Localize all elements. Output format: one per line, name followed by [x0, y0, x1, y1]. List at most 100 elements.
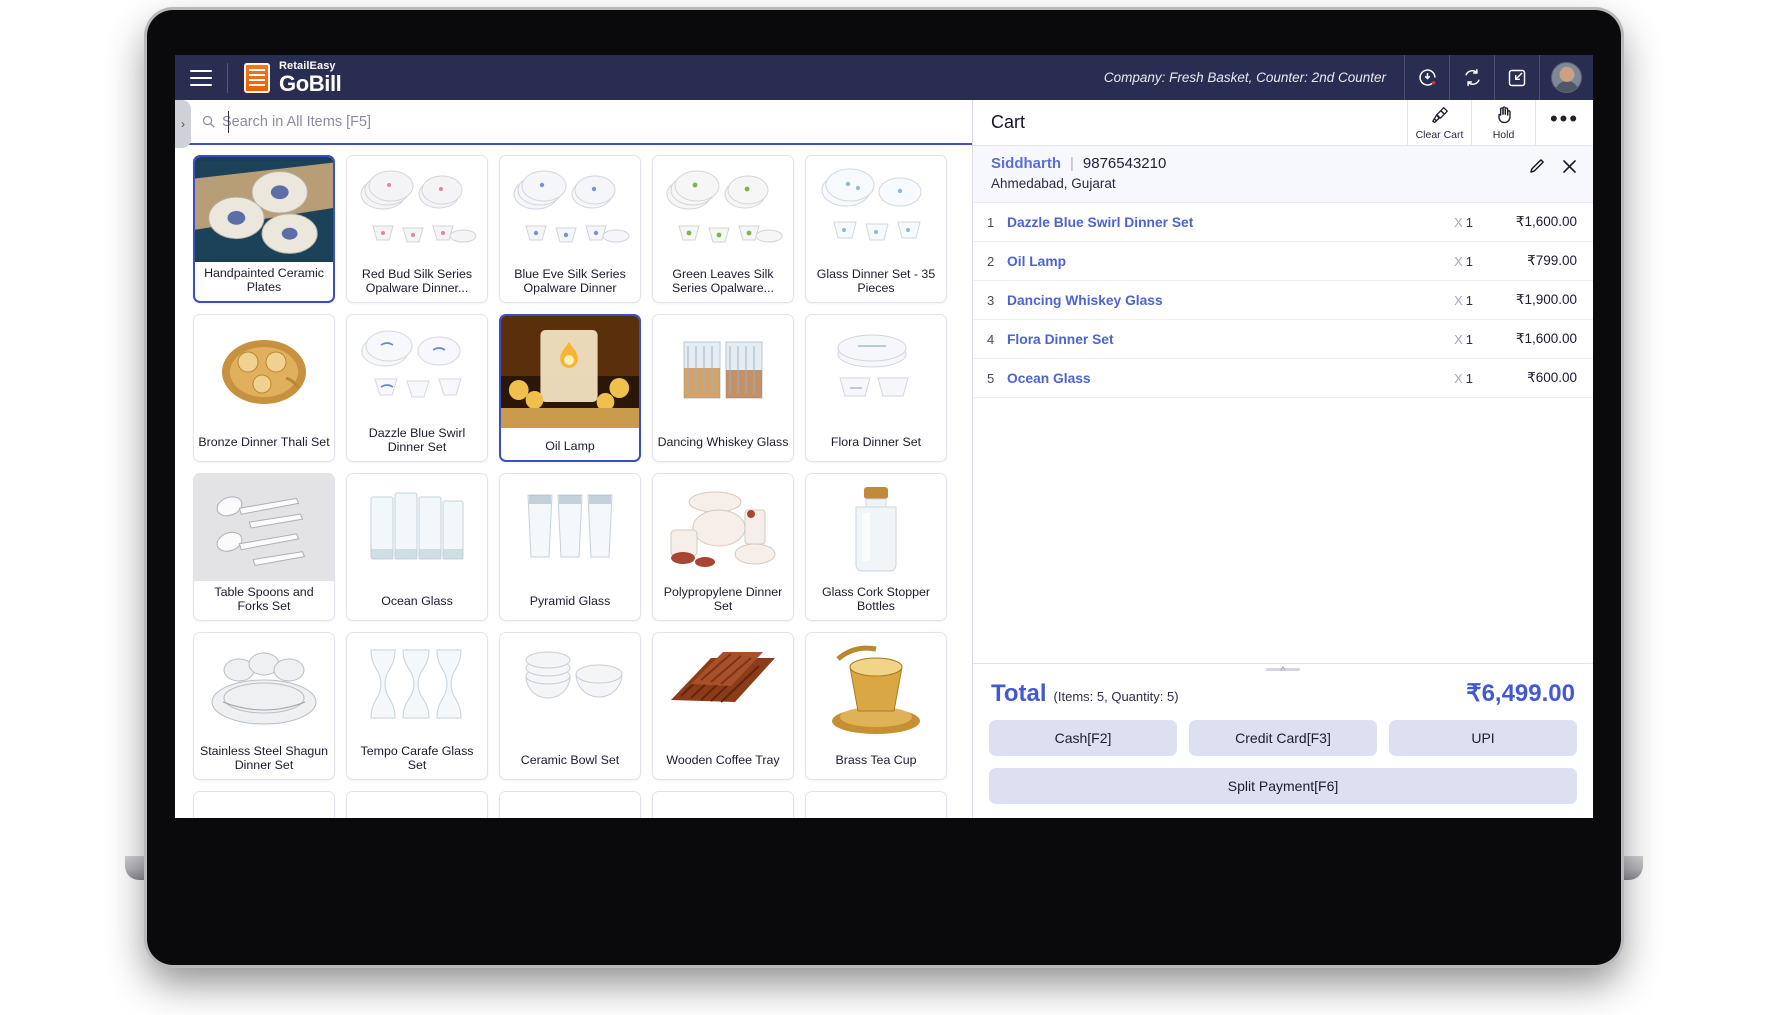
split-payment-button[interactable]: Split Payment[F6]	[989, 768, 1577, 804]
product-card[interactable]: Flora Dinner Set	[805, 314, 947, 462]
cork-bottle-photo	[806, 474, 946, 581]
product-card[interactable]: Polypropylene Dinner Set	[652, 473, 794, 621]
cash-payment-button[interactable]: Cash[F2]	[989, 720, 1177, 756]
product-card[interactable]: Dazzle Blue Swirl Dinner Set	[346, 314, 488, 462]
product-card[interactable]: Stainless Steel Shagun Dinner Set	[193, 632, 335, 780]
customer-actions	[1527, 157, 1579, 176]
wooden-tray-photo	[653, 633, 793, 743]
upi-payment-button[interactable]: UPI	[1389, 720, 1577, 756]
product-card[interactable]: Blue Eve Silk Series Opalware Dinner	[499, 155, 641, 303]
square-container-photo	[347, 792, 487, 818]
product-card[interactable]: Handpainted Ceramic Plates	[193, 155, 335, 303]
product-card[interactable]: Glass Cork Stopper Bottles	[805, 473, 947, 621]
cart-item-row[interactable]: 1 Dazzle Blue Swirl Dinner Set X1 ₹1,600…	[973, 203, 1593, 242]
product-label: Ocean Glass	[381, 593, 453, 608]
qty-value: 1	[1465, 292, 1473, 308]
cart-item-name[interactable]: Ocean Glass	[1007, 371, 1411, 386]
brass-tea-cup-photo	[806, 633, 946, 743]
credit-card-payment-button[interactable]: Credit Card[F3]	[1189, 720, 1377, 756]
total-amount: ₹6,499.00	[1466, 680, 1575, 707]
product-grid[interactable]: Handpainted Ceramic Plates Red Bud Silk …	[175, 145, 972, 818]
product-card[interactable]: Green Leaves Silk Series Opalware...	[652, 155, 794, 303]
cart-item-quantity[interactable]: X1	[1411, 215, 1473, 230]
product-label: Ceramic Bowl Set	[520, 752, 620, 767]
flora-dinner-set-photo	[806, 315, 946, 425]
cart-footer: Total (Items: 5, Quantity: 5) ₹6,499.00 …	[973, 663, 1593, 818]
customer-name[interactable]: Siddharth	[991, 155, 1061, 172]
avatar-image	[1551, 62, 1582, 93]
cart-item-quantity[interactable]: X1	[1411, 332, 1473, 347]
product-label: Dazzle Blue Swirl Dinner Set	[368, 426, 466, 454]
product-card[interactable]: Pyramid Glass	[499, 473, 641, 621]
product-card[interactable]: Tempo Carafe Glass Set	[346, 632, 488, 780]
cart-item-name[interactable]: Oil Lamp	[1007, 254, 1411, 269]
cart-item-name[interactable]: Dancing Whiskey Glass	[1007, 293, 1411, 308]
cart-item-quantity[interactable]: X1	[1411, 293, 1473, 308]
hold-label: Hold	[1492, 128, 1515, 141]
cart-item-price: ₹799.00	[1527, 253, 1577, 268]
product-row	[193, 791, 960, 818]
close-icon[interactable]	[1560, 157, 1579, 176]
clear-cart-button[interactable]: Clear Cart	[1407, 100, 1471, 145]
cart-item-row[interactable]: 4 Flora Dinner Set X1 ₹1,600.00	[973, 320, 1593, 359]
screenshot-stage: RetailEasy GoBill Company: Fresh Basket,…	[0, 0, 1768, 1015]
product-row: Table Spoons and Forks Set Ocean Glass P…	[193, 473, 960, 621]
cart-item-quantity[interactable]: X1	[1411, 254, 1473, 269]
product-label: Glass Dinner Set - 35 Pieces	[816, 267, 936, 295]
edit-pencil-icon[interactable]	[1527, 157, 1546, 176]
sync-refresh-icon[interactable]	[1449, 55, 1494, 100]
qty-value: 1	[1465, 253, 1473, 269]
cart-item-index: 2	[987, 253, 995, 269]
cart-more-options-button[interactable]: •••	[1535, 100, 1593, 145]
search-input[interactable]	[222, 113, 862, 130]
pyramid-glass-photo	[500, 474, 640, 584]
product-card[interactable]: Dancing Whiskey Glass	[652, 314, 794, 462]
cart-item-name[interactable]: Dazzle Blue Swirl Dinner Set	[1007, 215, 1411, 230]
search-icon	[201, 114, 216, 129]
product-card[interactable]: Bronze Dinner Thali Set	[193, 314, 335, 462]
product-card[interactable]	[346, 791, 488, 818]
collapse-screen-icon[interactable]	[1494, 55, 1539, 100]
hold-button[interactable]: Hold	[1471, 100, 1535, 145]
cart-item-row[interactable]: 5 Ocean Glass X1 ₹600.00	[973, 359, 1593, 398]
product-row: Stainless Steel Shagun Dinner Set Tempo …	[193, 632, 960, 780]
expand-summary-handle[interactable]	[989, 664, 1577, 673]
product-card[interactable]: Brass Tea Cup	[805, 632, 947, 780]
product-card[interactable]: Glass Dinner Set - 35 Pieces	[805, 155, 947, 303]
bowl-set-photo	[653, 792, 793, 818]
product-label: Blue Eve Silk Series Opalware Dinner	[514, 267, 626, 295]
spoons-forks-photo	[194, 474, 334, 581]
product-label: Pyramid Glass	[529, 593, 611, 608]
product-card[interactable]: Oil Lamp	[499, 314, 641, 462]
cart-item-name[interactable]: Flora Dinner Set	[1007, 332, 1411, 347]
glass-dinner-set-photo	[806, 156, 946, 263]
qty-value: 1	[1465, 331, 1473, 347]
hand-icon	[1494, 105, 1514, 128]
sidebar-expand-toggle[interactable]: ›	[175, 100, 191, 148]
product-card[interactable]	[499, 791, 641, 818]
product-card[interactable]	[652, 791, 794, 818]
product-card[interactable]: Ceramic Bowl Set	[499, 632, 641, 780]
broom-icon	[1429, 105, 1451, 128]
hamburger-menu-icon[interactable]	[175, 55, 227, 100]
product-card[interactable]: Ocean Glass	[346, 473, 488, 621]
plate-stack-photo	[500, 792, 640, 818]
user-avatar[interactable]	[1539, 55, 1593, 100]
qty-value: 1	[1465, 214, 1473, 230]
clock-download-icon[interactable]	[1404, 55, 1449, 100]
cart-item-row[interactable]: 2 Oil Lamp X1 ₹799.00	[973, 242, 1593, 281]
cart-item-quantity[interactable]: X1	[1411, 371, 1473, 386]
total-label: Total	[991, 680, 1047, 707]
product-card[interactable]: Table Spoons and Forks Set	[193, 473, 335, 621]
ceramic-plates-photo	[195, 157, 333, 262]
qty-multiplier: X	[1454, 292, 1463, 308]
cart-item-row[interactable]: 3 Dancing Whiskey Glass X1 ₹1,900.00	[973, 281, 1593, 320]
blue-eve-dinner-set-photo	[500, 156, 640, 263]
product-card[interactable]	[805, 791, 947, 818]
product-card[interactable]	[193, 791, 335, 818]
product-card[interactable]: Red Bud Silk Series Opalware Dinner...	[346, 155, 488, 303]
company-counter-label: Company: Fresh Basket, Counter: 2nd Coun…	[1103, 70, 1386, 85]
payment-buttons-row: Cash[F2] Credit Card[F3] UPI	[989, 720, 1577, 756]
product-label: Red Bud Silk Series Opalware Dinner...	[361, 267, 473, 295]
product-card[interactable]: Wooden Coffee Tray	[652, 632, 794, 780]
